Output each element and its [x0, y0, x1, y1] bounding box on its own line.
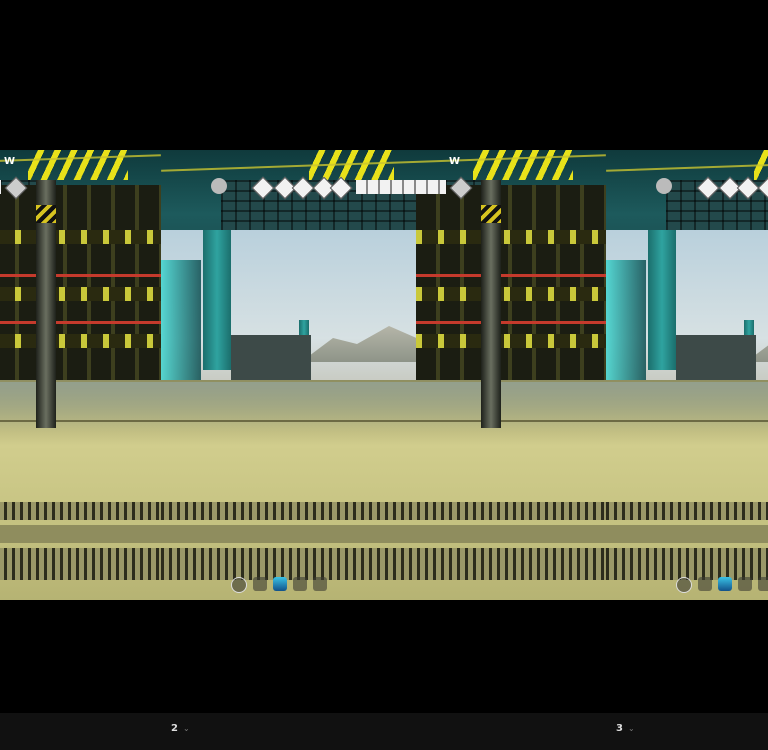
- machine-rack: [0, 185, 161, 400]
- hotbar: [676, 577, 768, 593]
- game-scene: W: [606, 150, 768, 600]
- game-scene: W: [0, 150, 161, 600]
- drone-icon[interactable]: [758, 577, 768, 591]
- page-2-button[interactable]: 2 ⌄: [171, 723, 190, 734]
- circle-icon[interactable]: [231, 577, 247, 593]
- compass-heading: W: [449, 156, 461, 167]
- page-label: 2: [171, 723, 178, 734]
- floor-band: [0, 525, 161, 543]
- floor-reflection: [606, 382, 768, 432]
- blue-beacon-icon[interactable]: [273, 577, 287, 591]
- compass-marker-icon: [656, 178, 672, 194]
- pillar-hazard-stripe: [481, 205, 501, 223]
- machinery: [231, 335, 311, 380]
- chevron-down-icon: ⌄: [182, 724, 190, 733]
- floor-band: [161, 525, 606, 543]
- page-label: 3: [616, 723, 623, 734]
- pole-icon[interactable]: [698, 577, 712, 591]
- machine-rack: [416, 185, 606, 400]
- hazard-stripes: [473, 150, 573, 180]
- compass-heading: W: [4, 156, 16, 167]
- compass-marker-cluster-icon: [356, 180, 446, 194]
- video-panel-center: W: [161, 150, 606, 600]
- chevron-down-icon: ⌄: [627, 724, 635, 733]
- pillar-hazard-stripe: [36, 205, 56, 223]
- floor-grate: [606, 548, 768, 580]
- foundation-icon[interactable]: [738, 577, 752, 591]
- machinery: [676, 335, 756, 380]
- video-panel-right: W: [606, 150, 768, 600]
- floor-grate: [606, 502, 768, 520]
- floor-grate: [0, 502, 161, 520]
- hotbar: [231, 577, 327, 593]
- hazard-stripes: [28, 150, 128, 180]
- floor-grate: [161, 502, 606, 520]
- compass-marker-icon: [211, 178, 227, 194]
- pager-bar: 2 ⌄ 3 ⌄: [0, 713, 768, 750]
- floor-grate: [0, 548, 161, 580]
- glass-structure: [606, 260, 646, 390]
- floor-band: [606, 525, 768, 543]
- floor-grate: [161, 548, 606, 580]
- teal-pillar: [203, 230, 231, 370]
- blue-beacon-icon[interactable]: [718, 577, 732, 591]
- game-scene: W: [161, 150, 606, 600]
- video-panel-left: W: [0, 150, 161, 600]
- circle-icon[interactable]: [676, 577, 692, 593]
- glass-structure: [161, 260, 201, 390]
- foundation-icon[interactable]: [293, 577, 307, 591]
- page-3-button[interactable]: 3 ⌄: [616, 723, 635, 734]
- floor-reflection: [0, 382, 161, 432]
- pole-icon[interactable]: [253, 577, 267, 591]
- compass-marker-cluster-icon: [0, 180, 1, 194]
- drone-icon[interactable]: [313, 577, 327, 591]
- teal-pillar: [648, 230, 676, 370]
- floor-reflection: [161, 382, 606, 432]
